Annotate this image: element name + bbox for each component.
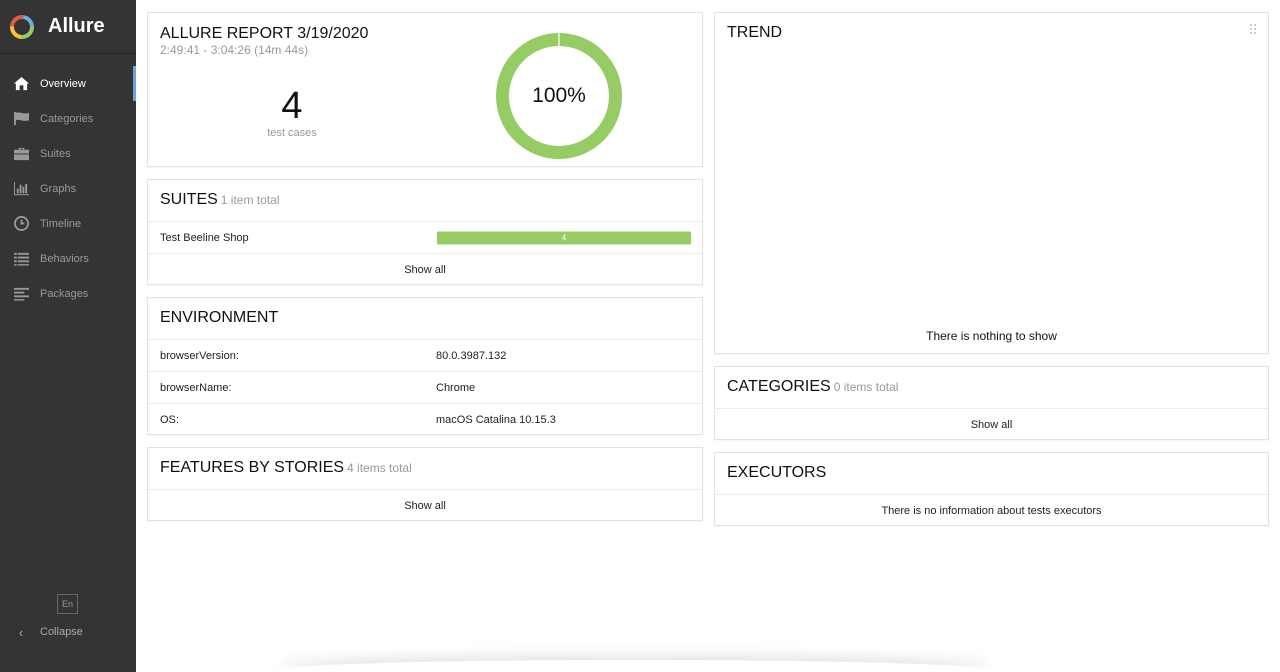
features-show-all-link[interactable]: Show all [148, 489, 702, 521]
suites-total: 1 item total [220, 193, 280, 207]
list-icon [12, 251, 30, 267]
suites-show-all-link[interactable]: Show all [148, 253, 702, 285]
sidebar-item-label: Behaviors [40, 252, 89, 265]
language-button[interactable]: En [57, 594, 78, 614]
suites-title: SUITES [160, 191, 218, 208]
sidebar-item-overview[interactable]: Overview [0, 66, 136, 101]
suites-widget: SUITES 1 item total Test Beeline Shop 4 S… [147, 179, 703, 285]
features-widget: FEATURES BY STORIES 4 items total Show al… [147, 447, 703, 521]
env-key: browserName: [160, 381, 232, 394]
home-icon [12, 76, 30, 92]
trend-title: TREND [727, 24, 783, 41]
report-title: ALLURE REPORT 3/19/2020 [160, 25, 369, 42]
sidebar-item-categories[interactable]: Categories [0, 101, 136, 136]
pass-rate-percent: 100% [532, 84, 586, 107]
brand[interactable]: Allure [0, 0, 136, 54]
categories-show-all-link[interactable]: Show all [715, 408, 1268, 440]
collapse-button[interactable]: ‹ Collapse [12, 622, 83, 642]
sidebar-item-graphs[interactable]: Graphs [0, 171, 136, 206]
environment-title: ENVIRONMENT [160, 309, 279, 326]
sidebar-item-suites[interactable]: Suites [0, 136, 136, 171]
briefcase-icon [12, 146, 30, 162]
brand-name: Allure [48, 15, 105, 37]
table-row: browserName: Chrome [148, 371, 702, 403]
chevron-left-icon: ‹ [18, 624, 24, 640]
environment-widget: ENVIRONMENT browserVersion: 80.0.3987.13… [147, 297, 703, 435]
collapse-label: Collapse [40, 626, 83, 638]
allure-logo-icon [10, 14, 34, 39]
env-value: 80.0.3987.132 [436, 349, 507, 362]
clock-icon [12, 216, 30, 232]
sidebar-item-label: Overview [40, 77, 86, 90]
executors-empty-message: There is no information about tests exec… [715, 494, 1268, 526]
bar-chart-icon [12, 181, 30, 197]
suite-name: Test Beeline Shop [160, 231, 249, 244]
sidebar-item-behaviors[interactable]: Behaviors [0, 241, 136, 276]
suites-heading: SUITES 1 item total [160, 191, 280, 209]
sidebar: Allure Overview Categories Suites Graphs [0, 0, 136, 672]
env-value: macOS Catalina 10.15.3 [436, 413, 556, 426]
sidebar-item-label: Packages [40, 287, 89, 300]
test-case-count-label: test cases [267, 127, 317, 139]
env-value: Chrome [436, 381, 476, 394]
table-row[interactable]: Test Beeline Shop 4 [148, 221, 702, 253]
test-case-count: 4 [281, 85, 303, 127]
sidebar-nav: Overview Categories Suites Graphs Timeli… [0, 66, 136, 311]
drag-handle-icon[interactable] [1248, 23, 1258, 35]
align-left-icon [12, 286, 30, 302]
categories-heading: CATEGORIES 0 items total [727, 378, 898, 396]
summary-widget: ALLURE REPORT 3/19/2020 2:49:41 - 3:04:2… [147, 12, 703, 167]
sidebar-item-timeline[interactable]: Timeline [0, 206, 136, 241]
executors-title: EXECUTORS [727, 464, 827, 481]
trend-widget: TREND There is nothing to show [714, 12, 1269, 354]
features-title: FEATURES BY STORIES [160, 459, 345, 476]
sidebar-item-label: Categories [40, 112, 94, 125]
table-row: browserVersion: 80.0.3987.132 [148, 339, 702, 371]
suite-status-bar[interactable]: 4 [437, 231, 691, 244]
trend-empty-message: There is nothing to show [926, 329, 1057, 343]
sidebar-item-label: Graphs [40, 182, 77, 195]
sidebar-item-packages[interactable]: Packages [0, 276, 136, 311]
executors-widget: EXECUTORS There is no information about … [714, 452, 1269, 526]
features-heading: FEATURES BY STORIES 4 items total [160, 459, 412, 477]
sidebar-item-label: Timeline [40, 217, 82, 230]
categories-widget: CATEGORIES 0 items total Show all [714, 366, 1269, 440]
flag-icon [12, 111, 30, 127]
report-time-range: 2:49:41 - 3:04:26 (14m 44s) [160, 43, 309, 57]
bottom-shadow [280, 660, 990, 672]
env-key: OS: [160, 413, 179, 426]
env-key: browserVersion: [160, 349, 239, 362]
categories-total: 0 items total [833, 380, 899, 394]
features-total: 4 items total [347, 461, 412, 475]
sidebar-item-label: Suites [40, 147, 71, 160]
categories-title: CATEGORIES [727, 378, 831, 395]
table-row: OS: macOS Catalina 10.15.3 [148, 403, 702, 435]
